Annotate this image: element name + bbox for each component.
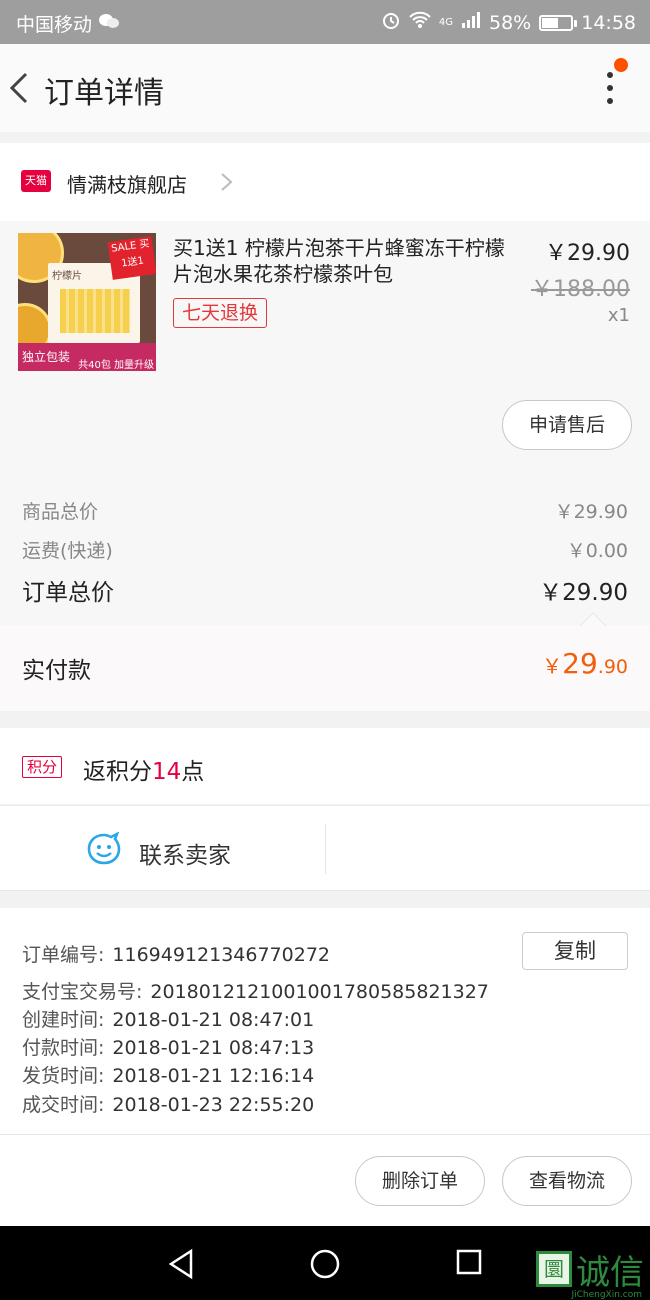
page-title: 订单详情 — [44, 76, 164, 111]
order-total-value: ￥29.90 — [539, 580, 628, 606]
back-triangle-icon[interactable] — [167, 1248, 195, 1280]
divider — [325, 824, 326, 874]
goods-total-label: 商品总价 — [22, 501, 99, 523]
alarm-icon — [381, 10, 401, 35]
wechat-icon — [98, 12, 120, 35]
product-thumbnail[interactable]: 柠檬片 SALE 买1送1 独立包装 共40包 加量升级 — [18, 233, 156, 371]
shipped-time: 2018-01-21 12:16:14 — [112, 1065, 315, 1087]
contact-bar: 联系卖家 — [0, 805, 650, 891]
dot-icon — [607, 85, 613, 91]
points-text: 返积分14点 — [83, 752, 204, 786]
shipping-label: 运费(快递) — [22, 540, 113, 562]
order-number: 116949121346770272 — [112, 944, 330, 966]
copy-button[interactable]: 复制 — [522, 932, 628, 970]
paid-time-label: 付款时间: — [22, 1037, 105, 1059]
recents-square-icon[interactable] — [455, 1248, 483, 1278]
alipay-number: 2018012121001001780585821327 — [150, 981, 489, 1003]
dot-icon — [607, 72, 613, 78]
completed-time: 2018-01-23 22:55:20 — [112, 1094, 315, 1116]
created-label: 创建时间: — [22, 1009, 105, 1031]
paid-integer: 29 — [562, 647, 598, 680]
goods-total-row: 商品总价 ￥29.90 — [22, 497, 628, 524]
thumb-brand: 柠檬片 — [52, 271, 82, 282]
alipay-label: 支付宝交易号: — [22, 981, 143, 1003]
notification-dot — [614, 58, 628, 72]
tmall-logo: 天猫 — [21, 170, 51, 192]
more-menu-button[interactable] — [600, 66, 624, 110]
shipping-value: ￥0.00 — [566, 540, 628, 562]
order-number-label: 订单编号: — [22, 944, 105, 966]
wifi-icon — [409, 11, 431, 34]
points-value: 14 — [152, 759, 182, 785]
watermark-text: 诚信 — [576, 1252, 644, 1293]
dot-icon — [607, 98, 613, 104]
alipay-row: 支付宝交易号: 2018012121001001780585821327 — [22, 977, 489, 1004]
chevron-left-icon — [9, 72, 28, 104]
points-prefix: 返积分 — [83, 759, 152, 785]
watermark-box: 圜 — [536, 1251, 572, 1287]
paid-value: ￥29.90 — [542, 647, 628, 680]
created-time: 2018-01-21 08:47:01 — [112, 1009, 315, 1031]
caret-up-icon — [580, 612, 606, 626]
paid-decimal: .90 — [597, 656, 628, 678]
completed-label: 成交时间: — [22, 1094, 105, 1116]
order-total-label: 订单总价 — [22, 580, 114, 606]
delete-order-button[interactable]: 删除订单 — [355, 1156, 485, 1206]
battery-icon — [539, 14, 578, 31]
price-summary: 商品总价 ￥29.90 运费(快递) ￥0.00 订单总价 ￥29.90 — [0, 469, 650, 625]
goods-total-value: ￥29.90 — [554, 501, 628, 523]
paid-currency: ￥ — [542, 654, 563, 678]
paid-label: 实付款 — [22, 658, 91, 684]
status-bar: 中国移动 4G 58% 14:58 — [0, 0, 650, 44]
created-row: 创建时间: 2018-01-21 08:47:01 — [22, 1005, 314, 1032]
points-badge: 积分 — [22, 756, 63, 778]
points-suffix: 点 — [181, 759, 205, 785]
lemon-sticks-image — [60, 289, 130, 333]
after-sale-button[interactable]: 申请售后 — [502, 400, 632, 450]
shipped-label: 发货时间: — [22, 1065, 105, 1087]
thumb-pkg: 共40包 加量升级 — [78, 360, 154, 371]
shipped-row: 发货时间: 2018-01-21 12:16:14 — [22, 1061, 314, 1088]
view-logistics-button[interactable]: 查看物流 — [502, 1156, 632, 1206]
store-row[interactable]: 天猫 情满枝旗舰店 — [0, 143, 650, 221]
watermark-logo: 圜 诚信 — [536, 1244, 644, 1294]
order-total-row: 订单总价 ￥29.90 — [22, 573, 628, 607]
original-price: ￥188.00 — [531, 277, 630, 302]
return-policy-tag: 七天退换 — [173, 298, 268, 328]
chat-bubble-icon — [87, 832, 121, 865]
clock: 14:58 — [581, 11, 636, 34]
contact-seller-button[interactable]: 联系卖家 — [139, 836, 231, 870]
back-button[interactable] — [6, 66, 36, 110]
order-info: 订单编号: 116949121346770272 复制 支付宝交易号: 201801… — [0, 908, 650, 1134]
home-circle-icon[interactable] — [309, 1248, 341, 1280]
paid-time-row: 付款时间: 2018-01-21 08:47:13 — [22, 1033, 314, 1060]
completed-row: 成交时间: 2018-01-23 22:55:20 — [22, 1090, 314, 1117]
product-title[interactable]: 买1送1 柠檬片泡茶干片蜂蜜冻干柠檬片泡水果花茶柠檬茶叶包 — [173, 235, 518, 287]
battery-percent: 58% — [489, 11, 532, 34]
shipping-row: 运费(快递) ￥0.00 — [22, 536, 628, 563]
watermark-subtext: JiChengXin.com — [571, 1290, 642, 1300]
carrier-label: 中国移动 — [16, 14, 93, 36]
action-bar: 删除订单 查看物流 — [0, 1134, 650, 1226]
points-row: 积分 返积分14点 — [0, 728, 650, 804]
order-number-row: 订单编号: 116949121346770272 — [22, 940, 330, 967]
paid-amount-row: 实付款 ￥29.90 — [0, 612, 650, 711]
nav-bar: 订单详情 — [0, 44, 650, 132]
signal-icon — [461, 11, 481, 34]
product-card[interactable]: 柠檬片 SALE 买1送1 独立包装 共40包 加量升级 买1送1 柠檬片泡茶干… — [0, 221, 650, 469]
network-label: 4G — [438, 17, 453, 28]
store-name: 情满枝旗舰店 — [67, 173, 187, 197]
sale-badge: SALE 买1送1 — [107, 236, 156, 280]
chevron-right-icon — [221, 173, 233, 191]
paid-time: 2018-01-21 08:47:13 — [112, 1037, 315, 1059]
product-price: ￥29.90 — [545, 241, 630, 266]
product-quantity: x1 — [607, 305, 630, 326]
